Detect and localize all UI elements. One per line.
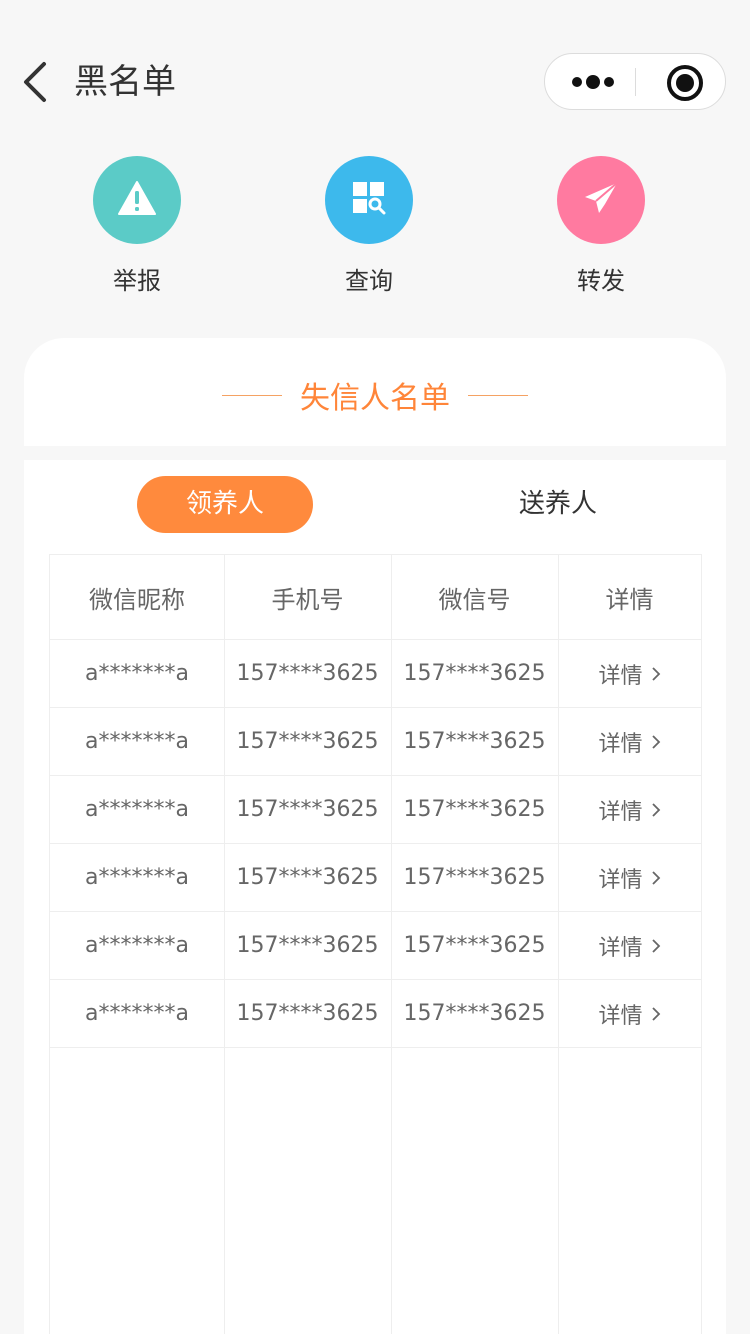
report-action[interactable]: 举报 [67, 156, 207, 306]
query-circle [325, 156, 413, 244]
detail-label: 详情 [598, 799, 643, 825]
cell-nickname: a*******a [85, 729, 189, 754]
forward-circle [557, 156, 645, 244]
table-row: a*******a 157****3625 157****3625 详情 [50, 844, 701, 912]
chevron-right-icon [651, 802, 660, 817]
close-target-icon[interactable] [666, 64, 704, 102]
chevron-right-icon [651, 734, 660, 749]
cell-nickname: a*******a [85, 1001, 189, 1026]
cell-wechat-id: 157****3625 [403, 797, 546, 822]
header-nickname: 微信昵称 [89, 585, 185, 614]
cell-nickname: a*******a [85, 865, 189, 890]
cell-wechat-id: 157****3625 [403, 729, 546, 754]
tab-adopter[interactable]: 领养人 [137, 476, 313, 533]
cell-phone: 157****3625 [236, 729, 379, 754]
detail-link[interactable]: 详情 [558, 844, 701, 911]
page-title: 黑名单 [74, 62, 176, 102]
cell-wechat-id: 157****3625 [403, 661, 546, 686]
report-circle [93, 156, 181, 244]
chevron-right-icon [651, 870, 660, 885]
header-detail: 详情 [605, 585, 654, 614]
cell-wechat-id: 157****3625 [403, 933, 546, 958]
list-card: 领养人 送养人 微信昵称 手机号 微信号 详情 a*******a 157***… [24, 460, 726, 1334]
mini-program-capsule [544, 53, 726, 110]
forward-action[interactable]: 转发 [531, 156, 671, 306]
header-phone: 手机号 [271, 585, 344, 614]
cell-phone: 157****3625 [236, 933, 379, 958]
detail-label: 详情 [598, 731, 643, 757]
header-wechat-id: 微信号 [438, 585, 511, 614]
detail-link[interactable]: 详情 [558, 912, 701, 979]
nav-bar: 黑名单 [0, 0, 750, 150]
cell-nickname: a*******a [85, 797, 189, 822]
table-row: a*******a 157****3625 157****3625 详情 [50, 776, 701, 844]
cell-nickname: a*******a [85, 933, 189, 958]
cell-phone: 157****3625 [236, 797, 379, 822]
chevron-right-icon [651, 1006, 660, 1021]
title-line-right [468, 394, 528, 396]
cell-wechat-id: 157****3625 [403, 1001, 546, 1026]
cell-phone: 157****3625 [236, 661, 379, 686]
title-line-left [222, 394, 282, 396]
forward-label: 转发 [577, 267, 625, 295]
detail-label: 详情 [598, 663, 643, 689]
cell-phone: 157****3625 [236, 865, 379, 890]
report-label: 举报 [113, 267, 161, 295]
cell-wechat-id: 157****3625 [403, 865, 546, 890]
section-title: 失信人名单 [24, 338, 726, 452]
detail-link[interactable]: 详情 [558, 708, 701, 775]
table-row: a*******a 157****3625 157****3625 详情 [50, 708, 701, 776]
detail-label: 详情 [598, 867, 643, 893]
table-header: 微信昵称 手机号 微信号 详情 [50, 555, 701, 640]
chevron-right-icon [651, 666, 660, 681]
section-header-card: 失信人名单 [24, 338, 726, 446]
table-row: a*******a 157****3625 157****3625 详情 [50, 980, 701, 1048]
back-icon[interactable] [18, 58, 58, 106]
tab-giver[interactable]: 送养人 [470, 476, 646, 533]
query-label: 查询 [345, 267, 393, 295]
blacklist-table: 微信昵称 手机号 微信号 详情 a*******a 157****3625 15… [49, 554, 702, 1334]
chevron-right-icon [651, 938, 660, 953]
detail-link[interactable]: 详情 [558, 980, 701, 1047]
detail-label: 详情 [598, 935, 643, 961]
detail-label: 详情 [598, 1003, 643, 1029]
send-icon [583, 181, 619, 219]
detail-link[interactable]: 详情 [558, 640, 701, 707]
table-row: a*******a 157****3625 157****3625 详情 [50, 640, 701, 708]
detail-link[interactable]: 详情 [558, 776, 701, 843]
table-row: a*******a 157****3625 157****3625 详情 [50, 912, 701, 980]
cell-phone: 157****3625 [236, 1001, 379, 1026]
warning-icon [117, 180, 157, 220]
query-action[interactable]: 查询 [299, 156, 439, 306]
capsule-divider [635, 68, 636, 96]
more-icon[interactable] [571, 72, 615, 92]
section-title-text: 失信人名单 [300, 381, 450, 416]
search-grid-icon [352, 181, 386, 219]
cell-nickname: a*******a [85, 661, 189, 686]
